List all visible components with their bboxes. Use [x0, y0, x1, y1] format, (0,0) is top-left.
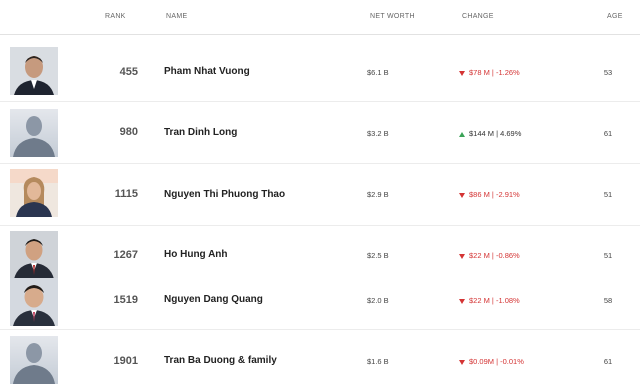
portrait-photo-icon: [10, 47, 58, 95]
person-name[interactable]: Tran Dinh Long: [164, 127, 237, 138]
header-net-worth[interactable]: NET WORTH: [370, 13, 415, 20]
table-row[interactable]: 1115 Nguyen Thi Phuong Thao $2.9 B $86 M…: [0, 164, 640, 226]
change-value: $22 M | -1.08%: [459, 296, 520, 305]
age: 51: [603, 251, 613, 260]
person-name[interactable]: Pham Nhat Vuong: [164, 66, 250, 77]
person-name[interactable]: Ho Hung Anh: [164, 249, 228, 260]
avatar[interactable]: [10, 169, 58, 217]
net-worth: $1.6 B: [367, 357, 389, 366]
header-name[interactable]: NAME: [166, 13, 187, 20]
age: 51: [603, 190, 613, 199]
rank: 1519: [113, 294, 138, 306]
net-worth: $3.2 B: [367, 129, 389, 138]
change-text: $0.09M | -0.01%: [469, 357, 524, 366]
net-worth: $2.9 B: [367, 190, 389, 199]
header-change[interactable]: CHANGE: [462, 13, 494, 20]
change-value: $22 M | -0.86%: [459, 251, 520, 260]
avatar[interactable]: [10, 336, 58, 384]
header-age[interactable]: AGE: [607, 13, 623, 20]
change-text: $78 M | -1.26%: [469, 68, 520, 77]
table-row[interactable]: 455 Pham Nhat Vuong $6.1 B $78 M | -1.26…: [0, 35, 640, 102]
change-value: $0.09M | -0.01%: [459, 357, 524, 366]
age: 61: [603, 129, 613, 138]
age: 61: [603, 357, 613, 366]
person-name[interactable]: Nguyen Dang Quang: [164, 294, 263, 305]
change-text: $22 M | -1.08%: [469, 296, 520, 305]
change-value: $86 M | -2.91%: [459, 190, 520, 199]
rank: 980: [119, 126, 138, 138]
change-text: $22 M | -0.86%: [469, 251, 520, 260]
change-text: $144 M | 4.69%: [469, 129, 522, 138]
down-arrow-icon: [459, 253, 465, 259]
avatar[interactable]: [10, 278, 58, 326]
rank: 455: [119, 66, 138, 78]
rank: 1115: [114, 188, 138, 200]
age: 53: [603, 68, 613, 77]
header-rank[interactable]: RANK: [105, 13, 126, 20]
rank: 1267: [113, 249, 138, 261]
net-worth: $2.5 B: [367, 251, 389, 260]
down-arrow-icon: [459, 298, 465, 304]
table-header: RANK NAME NET WORTH CHANGE AGE: [0, 0, 640, 35]
age: 58: [603, 296, 613, 305]
portrait-photo-icon: [10, 278, 58, 326]
net-worth: $6.1 B: [367, 68, 389, 77]
down-arrow-icon: [459, 192, 465, 198]
table-row[interactable]: 1267 Ho Hung Anh $2.5 B $22 M | -0.86% 5…: [0, 226, 640, 279]
person-placeholder-icon: [10, 336, 58, 384]
portrait-photo-icon: [10, 231, 58, 279]
portrait-photo-icon: [10, 169, 58, 217]
avatar[interactable]: [10, 47, 58, 95]
billionaires-table: RANK NAME NET WORTH CHANGE AGE 455 Pham …: [0, 0, 640, 384]
table-row[interactable]: 1519 Nguyen Dang Quang $2.0 B $22 M | -1…: [0, 278, 640, 330]
up-arrow-icon: [459, 131, 465, 137]
avatar[interactable]: [10, 109, 58, 157]
rank: 1901: [113, 355, 138, 367]
down-arrow-icon: [459, 359, 465, 365]
avatar[interactable]: [10, 231, 58, 279]
change-text: $86 M | -2.91%: [469, 190, 520, 199]
person-name[interactable]: Tran Ba Duong & family: [164, 355, 277, 366]
change-value: $144 M | 4.69%: [459, 129, 521, 138]
change-value: $78 M | -1.26%: [459, 68, 520, 77]
table-row[interactable]: 980 Tran Dinh Long $3.2 B $144 M | 4.69%…: [0, 102, 640, 164]
net-worth: $2.0 B: [367, 296, 389, 305]
down-arrow-icon: [459, 70, 465, 76]
person-placeholder-icon: [10, 109, 58, 157]
person-name[interactable]: Nguyen Thi Phuong Thao: [164, 189, 285, 200]
table-row[interactable]: 1901 Tran Ba Duong & family $1.6 B $0.09…: [0, 330, 640, 384]
